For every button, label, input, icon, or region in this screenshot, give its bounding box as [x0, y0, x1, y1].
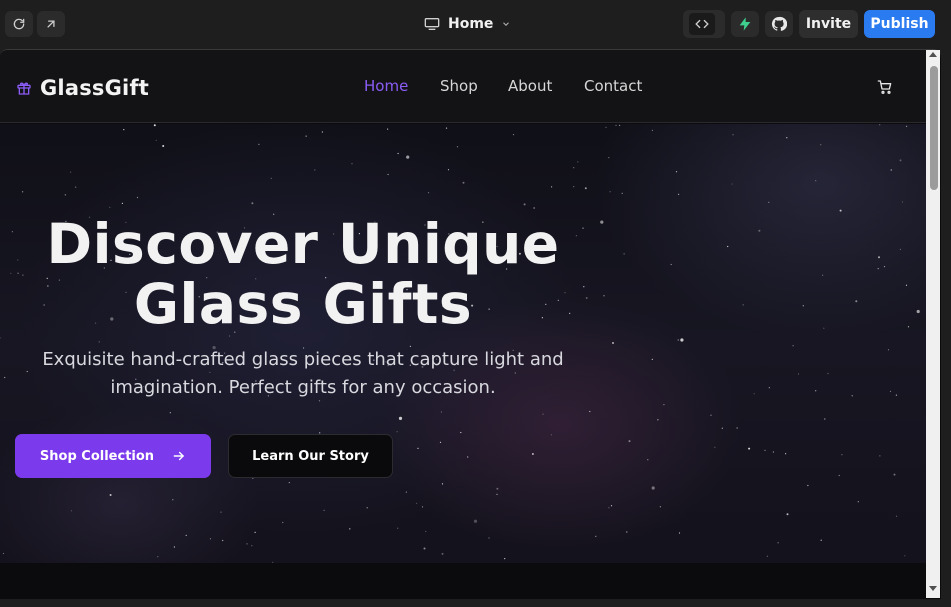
- next-section: [0, 563, 926, 599]
- publish-button[interactable]: Publish: [864, 10, 935, 38]
- nav-links: Home Shop About Contact: [364, 77, 642, 95]
- chevron-down-icon: [503, 22, 510, 27]
- scroll-down-arrow-icon[interactable]: [929, 586, 937, 591]
- refresh-icon: [13, 18, 25, 30]
- shop-collection-label: Shop Collection: [39, 448, 155, 464]
- learn-our-story-button[interactable]: Learn Our Story: [228, 434, 393, 478]
- hero-subtitle-line-2: imagination. Perfect gifts for any occas…: [110, 377, 496, 398]
- page-selector-label: Home: [448, 16, 494, 32]
- hero-title: Discover Unique Glass Gifts: [0, 214, 606, 334]
- cart-button[interactable]: [877, 79, 893, 99]
- hero-title-line-2: Glass Gifts: [133, 272, 473, 336]
- refresh-button[interactable]: [5, 11, 33, 37]
- hero-subtitle-line-1: Exquisite hand-crafted glass pieces that…: [42, 349, 564, 370]
- brand-name: GlassGift: [40, 76, 150, 100]
- hero-section: Discover Unique Glass Gifts Exquisite ha…: [0, 124, 926, 563]
- nav-item-contact[interactable]: Contact: [584, 77, 642, 95]
- gift-icon: [17, 82, 31, 95]
- arrow-up-right-icon: [47, 20, 55, 28]
- site-navbar: GlassGift Home Shop About Contact: [0, 50, 926, 123]
- code-icon: [695, 19, 709, 29]
- hero-title-line-1: Discover Unique: [46, 212, 560, 276]
- shopping-cart-icon: [877, 80, 892, 94]
- scroll-up-arrow-icon[interactable]: [929, 52, 937, 57]
- supabase-button[interactable]: [731, 11, 759, 37]
- open-external-button[interactable]: [37, 11, 65, 37]
- shop-collection-button[interactable]: Shop Collection: [15, 434, 211, 478]
- page-selector[interactable]: Home: [424, 11, 511, 37]
- editor-toolbar: Home Invite Publish: [0, 0, 951, 48]
- starfield-background: [0, 124, 920, 563]
- nav-item-home[interactable]: Home: [364, 77, 440, 95]
- nav-item-shop[interactable]: Shop: [440, 77, 508, 95]
- brand-logo[interactable]: GlassGift: [16, 76, 149, 100]
- monitor-icon: [424, 17, 440, 30]
- scrollbar-thumb[interactable]: [930, 66, 938, 190]
- nav-item-about[interactable]: About: [508, 77, 584, 95]
- code-view-button[interactable]: [683, 10, 725, 38]
- github-icon: [771, 16, 787, 31]
- preview-frame: GlassGift Home Shop About Contact Discov…: [0, 49, 941, 599]
- github-button[interactable]: [765, 11, 793, 37]
- arrow-right-icon: [173, 451, 185, 461]
- hero-subtitle: Exquisite hand-crafted glass pieces that…: [40, 346, 566, 402]
- invite-button[interactable]: Invite: [799, 10, 858, 38]
- bolt-icon: [739, 17, 751, 31]
